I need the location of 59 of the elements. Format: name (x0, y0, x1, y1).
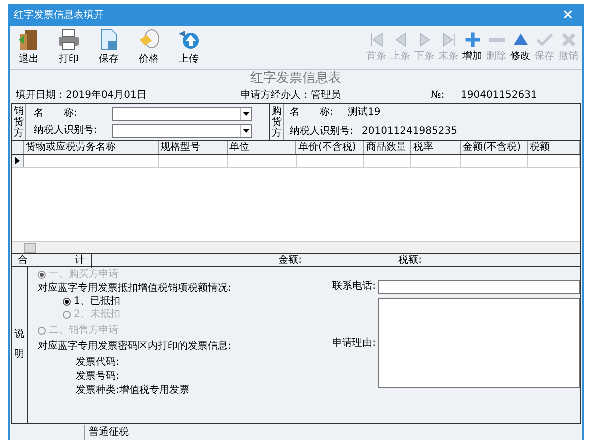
handler-text: 申请方经办人：管理员 (241, 88, 342, 103)
field-label: 名 称: (34, 107, 78, 121)
toolbar-button[interactable]: 修改 (509, 31, 532, 64)
buyer-taxid: 201011241985235 (362, 125, 458, 139)
toolbar-button[interactable]: 上传 (172, 28, 206, 67)
field-label: 联系电话: (332, 280, 377, 294)
notes-text: 对应蓝字专用发票抵扣增值税销项税额情况: (38, 282, 232, 295)
column-header[interactable]: 单价(不含税) (296, 141, 364, 154)
field-label: 名 称: (290, 106, 334, 120)
invoice-number: 190401152631 (461, 89, 538, 103)
total-label: 计 (42, 252, 92, 268)
field-label: 发票代码: (76, 356, 120, 369)
dropdown-field[interactable] (112, 124, 252, 138)
scroll-thumb[interactable] (24, 242, 36, 252)
printer-icon (57, 28, 81, 52)
party-label: 销货方 (13, 106, 25, 138)
close-icon (560, 31, 578, 49)
reason-field[interactable] (378, 298, 580, 388)
notes-text: 对应蓝字专用发票密码区内打印的发票信息: (38, 340, 232, 353)
column-header[interactable]: 金额(不含税) (461, 141, 528, 154)
toolbar-button[interactable]: 价格 (132, 28, 166, 67)
form-heading: 红字发票信息表 (250, 71, 342, 87)
field-label: 申请理由: (332, 336, 377, 350)
number-label: №: (431, 89, 446, 103)
column-header[interactable]: 商品数量 (364, 141, 412, 154)
phone-field[interactable] (378, 280, 580, 294)
column-header[interactable]: 货物或应税劳务名称 (24, 141, 159, 154)
total-label: 合 (17, 254, 29, 268)
upload-icon (177, 28, 201, 52)
field-label: 发票种类:增值税专用发票 (76, 384, 190, 397)
option-label[interactable]: 1、已抵扣 (74, 295, 120, 308)
status-text: 普通征税 (84, 424, 129, 440)
column-header[interactable]: 规格型号 (158, 141, 228, 154)
field-label: 纳税人识别号: (290, 124, 354, 139)
amount-label: 金额: (278, 254, 302, 268)
checkmark-icon (536, 31, 554, 49)
radio-button[interactable] (63, 298, 71, 306)
fill-date: 填开日期：2019年04月01日 (16, 88, 148, 103)
field-label: 发票号码: (76, 370, 120, 383)
toolbar-button[interactable]: 退出 (12, 28, 46, 67)
window-title: 红字发票信息表填开 (14, 8, 104, 22)
toolbar-button[interactable]: 保存 (92, 28, 126, 67)
toolbar-button[interactable]: 打印 (52, 28, 86, 67)
column-header[interactable]: 税率 (411, 141, 462, 154)
toolbar-button[interactable]: 增加 (461, 31, 484, 64)
plus-icon (464, 31, 482, 49)
tax-label: 税额: (398, 254, 422, 268)
caret-icon (242, 112, 250, 116)
column-header[interactable]: 税额 (528, 141, 580, 154)
party-label: 购货方 (271, 106, 283, 138)
field-label: 纳税人识别号: (34, 124, 98, 138)
dropdown-field[interactable] (112, 106, 252, 120)
column-header[interactable]: 单位 (228, 141, 296, 154)
buyer-name: 测试19 (348, 106, 381, 120)
row-pointer-icon (14, 157, 20, 165)
notes-label: 说明 (14, 328, 24, 362)
caret-icon (242, 128, 250, 132)
horizontal-scrollbar[interactable] (12, 241, 580, 253)
minus-icon (488, 37, 504, 43)
